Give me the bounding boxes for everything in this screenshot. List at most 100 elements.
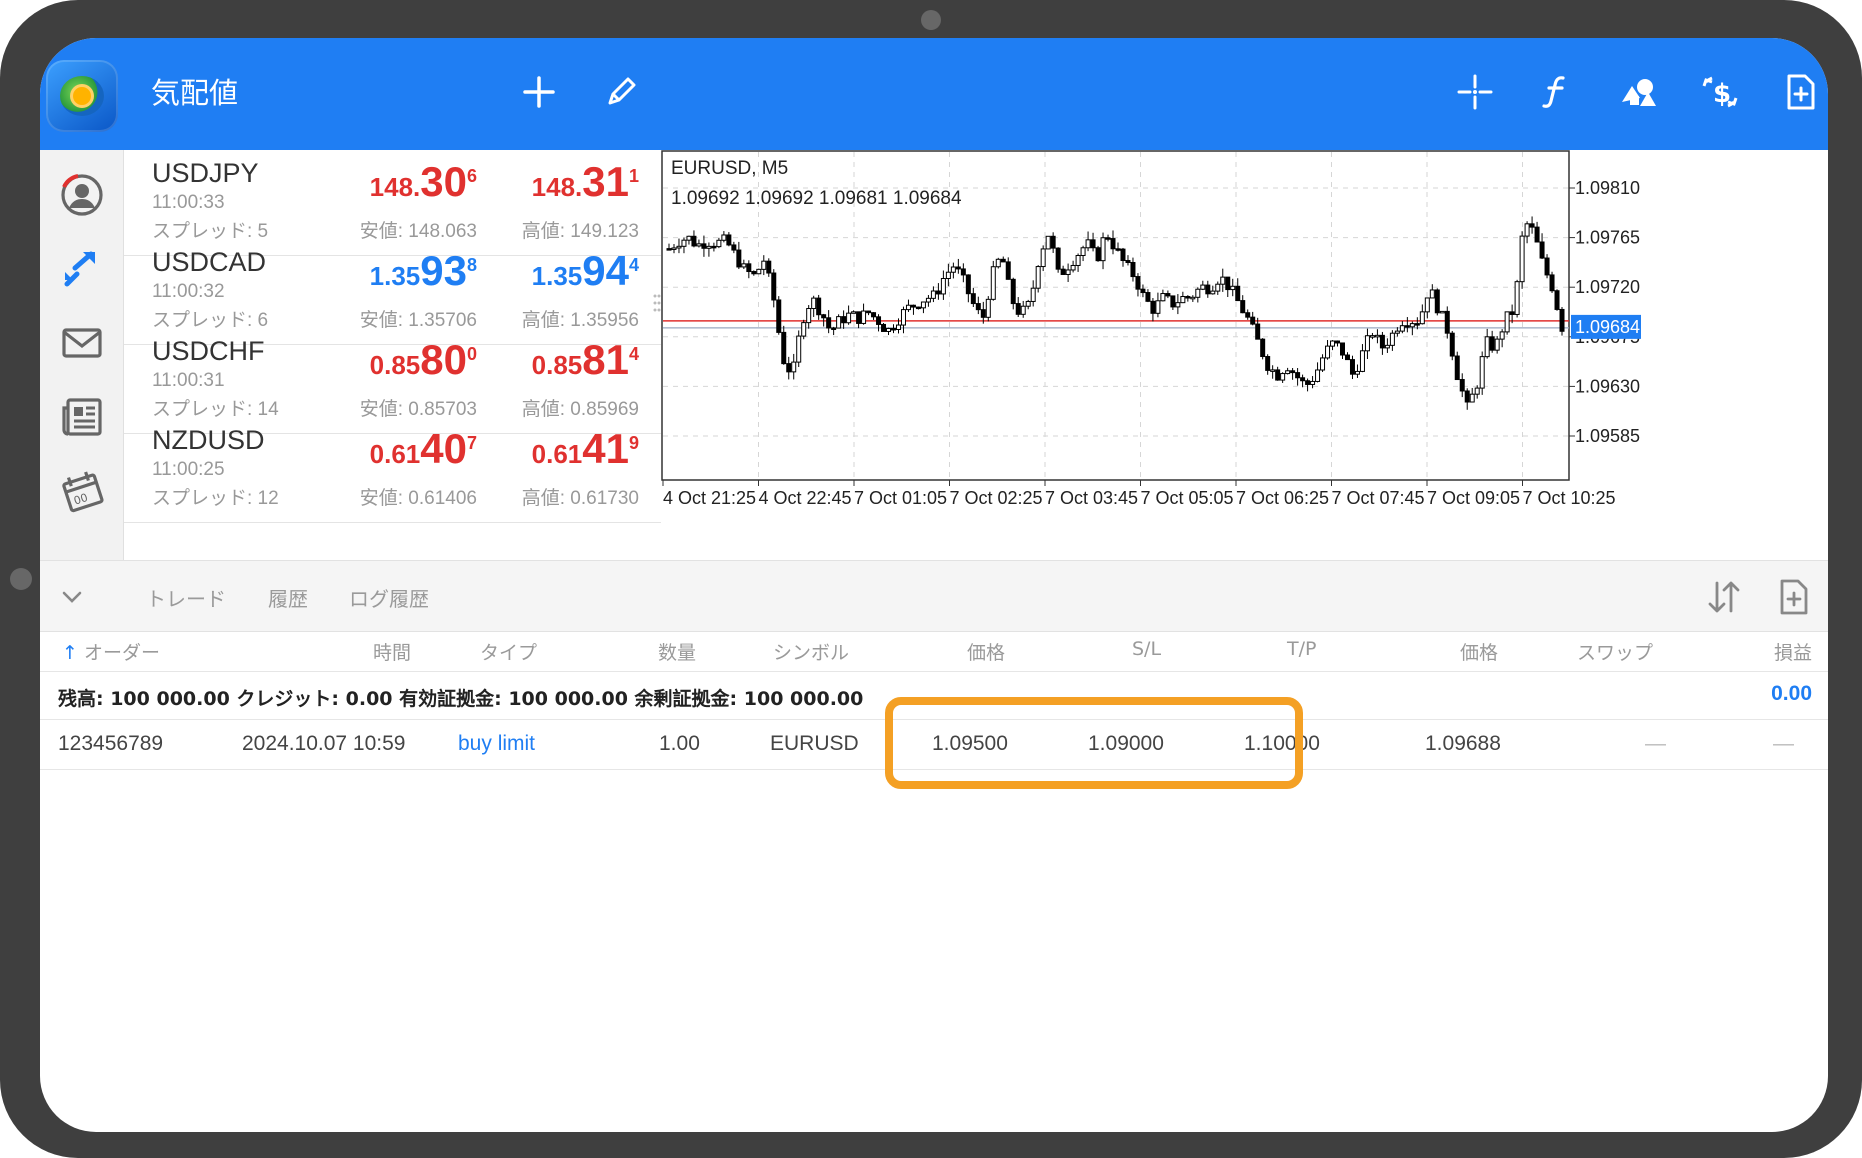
candle-body [1030, 287, 1036, 302]
account-icon[interactable] [52, 165, 112, 225]
candle-body [861, 310, 867, 324]
tab-trade[interactable]: トレード [146, 583, 226, 612]
candle-body [1330, 340, 1336, 347]
x-tick-label: 4 Oct 22:45 [759, 488, 852, 508]
sort-icon[interactable] [1704, 577, 1744, 617]
y-tick-label: 1.09765 [1575, 228, 1640, 248]
x-tick-label: 7 Oct 10:25 [1523, 488, 1616, 508]
column-type[interactable]: タイプ [480, 638, 537, 665]
candle-body [1080, 247, 1086, 257]
pencil-icon[interactable] [599, 70, 643, 114]
candle-body [1544, 257, 1550, 276]
column-symbol[interactable]: シンボル [773, 638, 849, 665]
candle-body [910, 304, 916, 308]
candle-body [1205, 284, 1211, 295]
candle-body [856, 311, 862, 324]
plus-icon[interactable] [517, 70, 561, 114]
column-volume[interactable]: 数量 [658, 638, 696, 665]
tab-journal[interactable]: ログ履歴 [349, 583, 429, 612]
calendar-icon[interactable]: 00 [52, 460, 112, 520]
candle-body [940, 278, 946, 295]
candle-body [836, 316, 842, 329]
mail-icon[interactable] [52, 313, 112, 373]
candle-body [1010, 278, 1016, 305]
column-order[interactable]: ↑ オーダー [62, 638, 160, 665]
candle-body [1479, 356, 1485, 389]
objects-icon[interactable] [1616, 70, 1660, 114]
candle-body [920, 301, 926, 309]
column-current-price[interactable]: 価格 [1460, 638, 1498, 665]
chevron-down-icon[interactable] [58, 583, 86, 611]
page-title: 気配値 [151, 76, 239, 110]
candle-body [1025, 300, 1031, 307]
candle-body [1115, 248, 1121, 251]
x-tick-label: 7 Oct 05:05 [1141, 488, 1234, 508]
candle-body [1150, 300, 1156, 314]
candle-body [905, 304, 911, 311]
dollar-icon[interactable]: $ [1698, 70, 1742, 114]
candle-body [925, 297, 931, 303]
y-tick-label: 1.09585 [1575, 426, 1640, 446]
candle-body [1035, 266, 1041, 289]
candle-body [1389, 332, 1395, 346]
candle-body [1489, 336, 1495, 351]
candle-body [796, 335, 802, 363]
candle-body [1060, 268, 1066, 275]
candle-body [1539, 241, 1545, 259]
candle-body [1509, 311, 1515, 315]
app-logo-icon[interactable] [46, 60, 118, 132]
trade-icon[interactable] [52, 239, 112, 299]
candle-body [1364, 335, 1370, 352]
candle-body [1090, 239, 1096, 249]
order-symbol: EURUSD [770, 732, 859, 755]
candle-body [1155, 300, 1161, 314]
candle-body [791, 361, 797, 373]
function-icon[interactable] [1534, 70, 1578, 114]
chart-ohlc-values: 1.09692 1.09692 1.09681 1.09684 [671, 188, 962, 209]
candle-body [671, 247, 677, 250]
column-time[interactable]: 時間 [373, 638, 411, 665]
quote-symbol: USDCHF [152, 336, 265, 366]
candle-body [871, 312, 877, 318]
candle-body [1300, 377, 1306, 382]
candle-body [1100, 237, 1106, 262]
x-tick-label: 7 Oct 03:45 [1045, 488, 1138, 508]
high-price: 高値: 0.61730 [521, 488, 639, 509]
new-order-icon[interactable] [1778, 70, 1822, 114]
candle-body [1484, 336, 1490, 358]
tab-history[interactable]: 履歴 [268, 583, 308, 612]
candle-body [1534, 226, 1540, 243]
candle-body [1000, 258, 1006, 263]
splitter-handle-icon[interactable] [653, 293, 661, 313]
column-sl[interactable]: S/L [1132, 638, 1161, 660]
candle-body [786, 363, 792, 373]
x-tick-label: 7 Oct 06:25 [1236, 488, 1329, 508]
candle-body [1165, 293, 1171, 297]
candle-body [1110, 238, 1116, 250]
column-profit[interactable]: 損益 [1774, 638, 1812, 665]
candle-body [1050, 235, 1056, 249]
candle-body [1015, 303, 1021, 315]
candle-body [776, 299, 782, 333]
candle-body [1265, 356, 1271, 371]
column-price[interactable]: 価格 [967, 638, 1005, 665]
crosshair-icon[interactable] [1453, 70, 1497, 114]
column-swap[interactable]: スワップ [1577, 638, 1653, 665]
sort-arrow-icon: ↑ [62, 642, 78, 664]
candle-body [781, 331, 787, 365]
candle-body [1474, 387, 1480, 395]
candle-body [915, 306, 921, 310]
order-current-price: 1.09688 [1425, 732, 1501, 755]
new-order-panel-icon[interactable] [1775, 577, 1813, 617]
quote-row-nzdusd[interactable]: NZDUSD 11:00:25 スプレッド: 12 0.61407 0.6141… [124, 417, 661, 523]
candle-body [1230, 285, 1236, 291]
x-tick-label: 7 Oct 07:45 [1332, 488, 1425, 508]
quote-time: 11:00:25 [152, 459, 225, 480]
column-tp[interactable]: T/P [1287, 638, 1316, 660]
candle-body [806, 308, 812, 324]
tablet-frame: 気配値 $ 00 USDJPY 11:00:33 スプレッド: 5 148.30… [0, 0, 1862, 1158]
candle-body [1120, 248, 1126, 262]
chart-canvas[interactable]: 1.098101.097651.097201.096751.096301.095… [661, 150, 1828, 560]
news-icon[interactable] [52, 387, 112, 447]
price-chart[interactable]: 1.098101.097651.097201.096751.096301.095… [661, 150, 1828, 560]
